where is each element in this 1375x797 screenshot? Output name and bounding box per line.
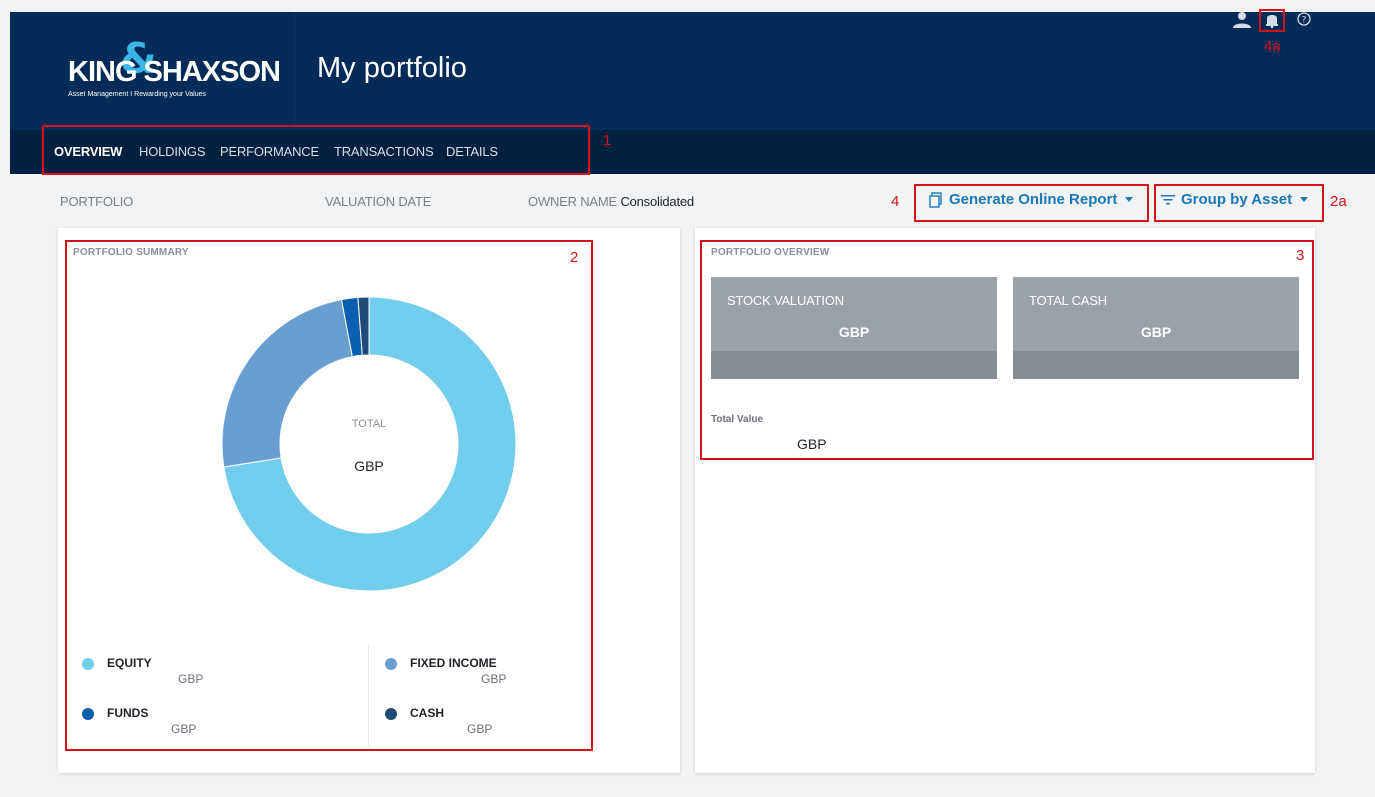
legend-dot-equity xyxy=(82,658,94,670)
legend-divider xyxy=(368,645,369,747)
donut-slice-fixed-income[interactable] xyxy=(221,299,353,468)
filter-icon xyxy=(1161,194,1175,204)
legend-name-equity: EQUITY xyxy=(107,656,152,670)
owner-name-label: OWNER NAME xyxy=(528,194,618,209)
annotation-box-1 xyxy=(42,125,590,175)
total-value: GBP xyxy=(797,436,827,452)
generate-report-button[interactable]: Generate Online Report xyxy=(929,191,1134,208)
annotation-4a: 4a xyxy=(1264,38,1281,55)
total-value-label: Total Value xyxy=(711,414,764,425)
portfolio-donut-chart xyxy=(221,296,517,592)
stock-valuation-value: GBP xyxy=(838,324,870,340)
app-header: & KING SHAXSON Asset Management I Reward… xyxy=(10,12,1375,130)
annotation-3: 3 xyxy=(1296,247,1305,264)
logo-tagline: Asset Management I Rewarding your Values xyxy=(68,91,206,98)
legend-dot-funds xyxy=(82,708,94,720)
total-cash-tile[interactable]: TOTAL CASH GBP xyxy=(1013,277,1299,379)
annotation-1: 1 xyxy=(603,132,612,149)
portfolio-label: PORTFOLIO xyxy=(60,194,134,209)
legend-value-cash: GBP xyxy=(467,722,493,736)
valuation-date-label: VALUATION DATE xyxy=(325,194,432,209)
legend-name-funds: FUNDS xyxy=(107,706,149,720)
logo[interactable]: & KING SHAXSON Asset Management I Reward… xyxy=(10,12,295,130)
owner-name: OWNER NAME Consolidated xyxy=(528,194,694,209)
donut-total-label: TOTAL xyxy=(351,418,387,430)
group-by-label: Group by Asset xyxy=(1181,191,1293,208)
stock-valuation-tile[interactable]: STOCK VALUATION GBP xyxy=(711,277,997,379)
tile-footer xyxy=(711,351,997,379)
chevron-down-icon xyxy=(1125,197,1134,202)
legend-name-fixed-income: FIXED INCOME xyxy=(410,656,497,670)
legend-dot-fixed-income xyxy=(385,658,397,670)
page-title: My portfolio xyxy=(317,52,467,84)
annotation-box-4a xyxy=(1259,9,1285,32)
legend-value-fixed-income: GBP xyxy=(481,672,507,686)
donut-total-value: GBP xyxy=(354,458,384,474)
group-by-button[interactable]: Group by Asset xyxy=(1161,191,1309,208)
document-icon xyxy=(929,191,942,208)
tile-footer xyxy=(1013,351,1299,379)
legend-value-funds: GBP xyxy=(171,722,197,736)
legend-dot-cash xyxy=(385,708,397,720)
annotation-4: 4 xyxy=(891,193,900,210)
legend-value-equity: GBP xyxy=(178,672,204,686)
portfolio-overview-title: PORTFOLIO OVERVIEW xyxy=(711,247,830,258)
total-cash-label: TOTAL CASH xyxy=(1029,293,1107,308)
owner-name-value: Consolidated xyxy=(620,194,694,209)
user-icon[interactable] xyxy=(1232,12,1252,28)
legend-name-cash: CASH xyxy=(410,706,445,720)
generate-report-label: Generate Online Report xyxy=(949,191,1118,208)
svg-text:?: ? xyxy=(1302,16,1307,26)
help-icon[interactable]: ? xyxy=(1297,12,1311,26)
logo-text: KING SHAXSON xyxy=(68,56,281,88)
total-cash-value: GBP xyxy=(1140,324,1172,340)
annotation-2: 2 xyxy=(570,249,579,266)
portfolio-summary-title: PORTFOLIO SUMMARY xyxy=(73,247,189,258)
annotation-2a: 2a xyxy=(1330,193,1347,210)
stock-valuation-label: STOCK VALUATION xyxy=(727,293,844,308)
chevron-down-icon xyxy=(1300,197,1309,202)
